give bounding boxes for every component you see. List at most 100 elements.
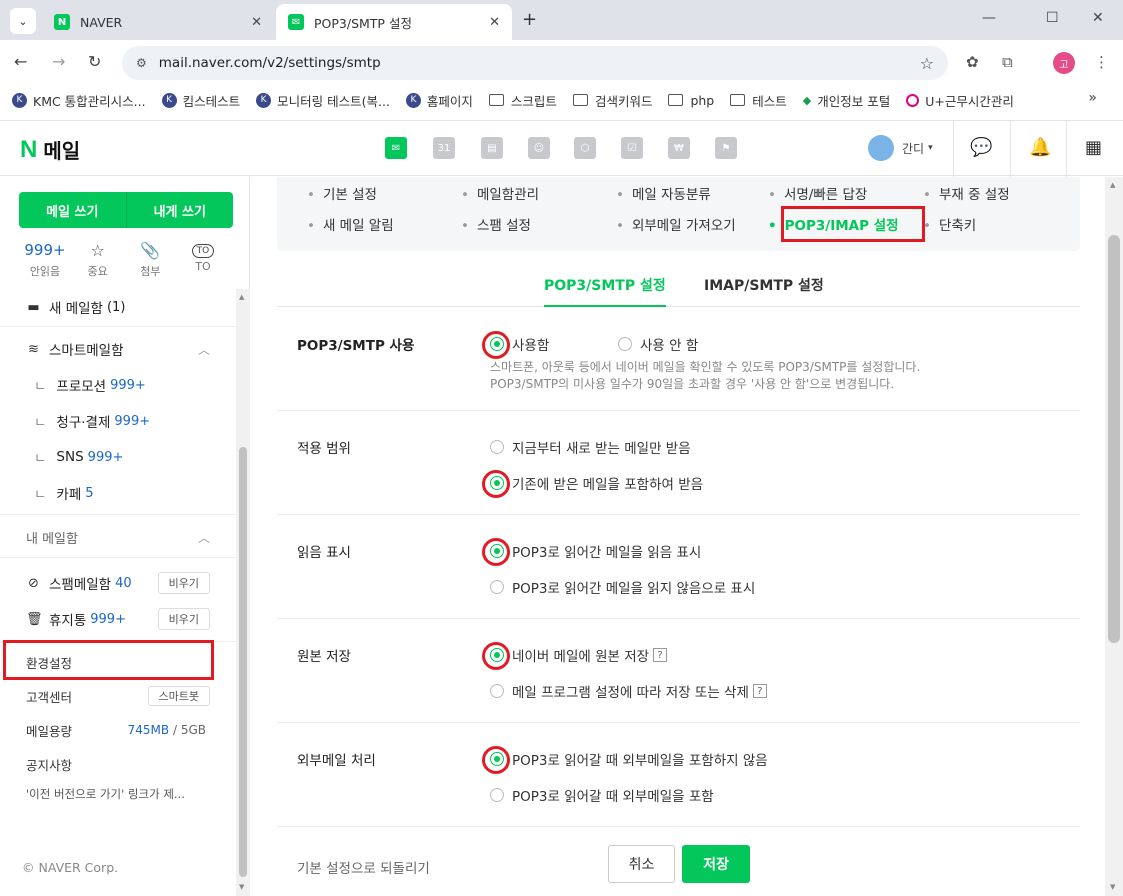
scroll-up-icon[interactable]: ▲ [239, 293, 244, 301]
scroll-up-icon[interactable]: ▲ [1110, 181, 1115, 189]
radio-external-exclude[interactable]: POP3로 읽어갈 때 외부메일을 포함하지 않음 [482, 746, 768, 774]
minimize-icon[interactable]: — [982, 10, 996, 26]
browser-tab-pop3[interactable]: ✉ POP3/SMTP 설정 ✕ [276, 4, 512, 40]
empty-trash-button[interactable]: 비우기 [157, 608, 210, 630]
menu-basic-settings[interactable]: • 기본 설정 [307, 183, 377, 203]
radio-unselected[interactable] [618, 337, 632, 351]
radio-save-by-client[interactable]: 메일 프로그램 설정에 따라 저장 또는 삭제 ? [490, 681, 767, 701]
bookmark-item[interactable]: K 모니터링 테스트(복... [256, 91, 390, 110]
attachment-filter[interactable]: 📎 첨부 [124, 241, 176, 279]
bell-icon[interactable]: 🔔 [1029, 137, 1051, 158]
save-button[interactable]: 저장 [682, 845, 750, 883]
radio-scope-new-only[interactable]: 지금부터 새로 받는 메일만 받음 [490, 437, 691, 457]
scroll-down-icon[interactable]: ▼ [1110, 883, 1115, 891]
pay-app-icon[interactable]: ₩ [668, 137, 690, 159]
browser-tab-naver[interactable]: N NAVER ✕ [42, 4, 274, 40]
old-version-link[interactable]: '이전 버전으로 가기' 링크가 제... [0, 776, 236, 812]
box-app-icon[interactable]: ⬡ [574, 137, 596, 159]
profile-avatar[interactable]: 고 [1053, 52, 1075, 74]
tab-imap-smtp[interactable]: IMAP/SMTP 설정 [704, 275, 824, 307]
radio-unselected[interactable] [490, 580, 504, 594]
help-icon[interactable]: ? [752, 684, 767, 698]
menu-away[interactable]: • 부재 중 설정 [923, 183, 1010, 203]
bookmark-item[interactable]: U+근무시간관리 [906, 91, 1014, 110]
app-grid-icon[interactable]: ▦ [1085, 137, 1102, 158]
browser-menu-icon[interactable]: ⋮ [1094, 53, 1109, 71]
support-link[interactable]: 고객센터 스마트봇 [0, 678, 236, 714]
chevron-up-icon[interactable]: ︿ [198, 529, 210, 546]
mail-app-icon[interactable]: ✉ [385, 137, 407, 159]
memo-app-icon[interactable]: ▤ [481, 137, 503, 159]
smart-mailbox-header[interactable]: ≋ 스마트메일함 ︿ [0, 331, 236, 367]
menu-shortcuts[interactable]: • 단축키 [923, 214, 976, 234]
radio-read-unmark[interactable]: POP3로 읽어간 메일을 읽지 않음으로 표시 [490, 577, 755, 597]
address-bar[interactable]: ⚙ mail.naver.com/v2/settings/smtp ☆ [122, 46, 948, 80]
scroll-thumb[interactable] [239, 447, 247, 877]
folder-billing[interactable]: ㄴ 청구·결제 999+ [0, 403, 236, 439]
smartbot-button[interactable]: 스마트봇 [147, 686, 210, 706]
my-mailbox-header[interactable]: 내 메일함 ︿ [0, 519, 236, 555]
main-scrollbar[interactable]: ▲ ▼ [1105, 177, 1123, 896]
empty-spam-button[interactable]: 비우기 [157, 572, 210, 594]
forward-icon[interactable]: → [52, 52, 65, 71]
important-filter[interactable]: ☆ 중요 [72, 241, 124, 279]
help-icon[interactable]: ? [653, 648, 668, 662]
radio-selected[interactable] [482, 538, 510, 566]
new-tab-icon[interactable]: + [522, 9, 537, 30]
radio-selected[interactable] [482, 642, 510, 670]
site-info-icon[interactable]: ⚙ [136, 56, 147, 70]
radio-use-on[interactable]: 사용함 [482, 331, 549, 359]
maximize-icon[interactable]: ☐ [1046, 10, 1059, 26]
menu-mailbox-manage[interactable]: • 메일함관리 [461, 183, 539, 203]
bookmark-item[interactable]: ◆ 개인정보 포털 [803, 91, 890, 110]
bookmark-folder[interactable]: 검색키워드 [572, 91, 652, 110]
chevron-up-icon[interactable]: ︿ [198, 341, 210, 358]
radio-unselected[interactable] [490, 684, 504, 698]
radio-read-mark[interactable]: POP3로 읽어간 메일을 읽음 표시 [482, 538, 701, 566]
extension-puzzle-icon[interactable]: ✿ [966, 53, 979, 71]
naver-mail-logo[interactable]: N 메일 [20, 135, 80, 164]
bookmark-star-icon[interactable]: ☆ [920, 54, 934, 73]
chat-icon[interactable]: 💬 [970, 137, 992, 158]
back-icon[interactable]: ← [14, 52, 27, 71]
menu-spam-settings[interactable]: • 스팸 설정 [461, 214, 531, 234]
radio-save-original[interactable]: 네이버 메일에 원본 저장 ? [482, 642, 668, 670]
contacts-app-icon[interactable]: ☺ [528, 137, 550, 159]
folder-cafe[interactable]: ㄴ 카페 5 [0, 475, 236, 511]
radio-selected[interactable] [482, 746, 510, 774]
folder-sns[interactable]: ㄴ SNS 999+ [0, 439, 236, 475]
radio-unselected[interactable] [490, 440, 504, 454]
bookmark-folder[interactable]: 테스트 [730, 91, 787, 110]
radio-selected[interactable] [482, 470, 510, 498]
unread-filter[interactable]: 999+ 안읽음 [19, 241, 71, 279]
sidebar-scrollbar[interactable]: ▲ ▼ [236, 289, 250, 896]
compose-self-button[interactable]: 내게 쓰기 [127, 192, 234, 228]
radio-external-include[interactable]: POP3로 읽어갈 때 외부메일을 포함 [490, 785, 714, 805]
radio-use-off[interactable]: 사용 안 함 [618, 334, 698, 354]
cancel-button[interactable]: 취소 [608, 845, 675, 883]
more-bookmarks-icon[interactable]: » [1088, 90, 1097, 106]
to-filter[interactable]: TO TO [177, 241, 229, 279]
reset-defaults-link[interactable]: 기본 설정으로 되돌리기 [297, 857, 430, 877]
bookmark-folder[interactable]: 스크립트 [488, 91, 557, 110]
tab-pop3-smtp[interactable]: POP3/SMTP 설정 [544, 275, 666, 307]
compose-button[interactable]: 메일 쓰기 [19, 192, 126, 228]
menu-external-mail[interactable]: • 외부메일 가져오기 [616, 214, 736, 234]
bookmark-app-icon[interactable]: ⚑ [715, 137, 737, 159]
bookmark-item[interactable]: K 홈페이지 [405, 91, 473, 110]
tab-search-button[interactable]: ⌄ [10, 8, 36, 34]
close-tab-icon[interactable]: ✕ [489, 15, 500, 30]
bookmark-item[interactable]: K 킴스테스트 [161, 91, 240, 110]
calendar-app-icon[interactable]: 31 [433, 137, 455, 159]
radio-scope-include-existing[interactable]: 기존에 받은 메일을 포함하여 받음 [482, 470, 703, 498]
folder-spam[interactable]: ⊘ 스팸메일함 40 비우기 [0, 565, 236, 601]
radio-unselected[interactable] [490, 788, 504, 802]
menu-signature[interactable]: • 서명/빠른 답장 [768, 183, 867, 203]
close-window-icon[interactable]: ✕ [1092, 10, 1104, 26]
radio-selected[interactable] [482, 331, 510, 359]
scroll-thumb[interactable] [1108, 235, 1120, 643]
todo-app-icon[interactable]: ☑ [621, 137, 643, 159]
scroll-down-icon[interactable]: ▼ [239, 883, 244, 891]
folder-new-mail[interactable]: ▬ 새 메일함 (1) [0, 289, 236, 325]
bookmark-folder[interactable]: php [668, 93, 714, 108]
